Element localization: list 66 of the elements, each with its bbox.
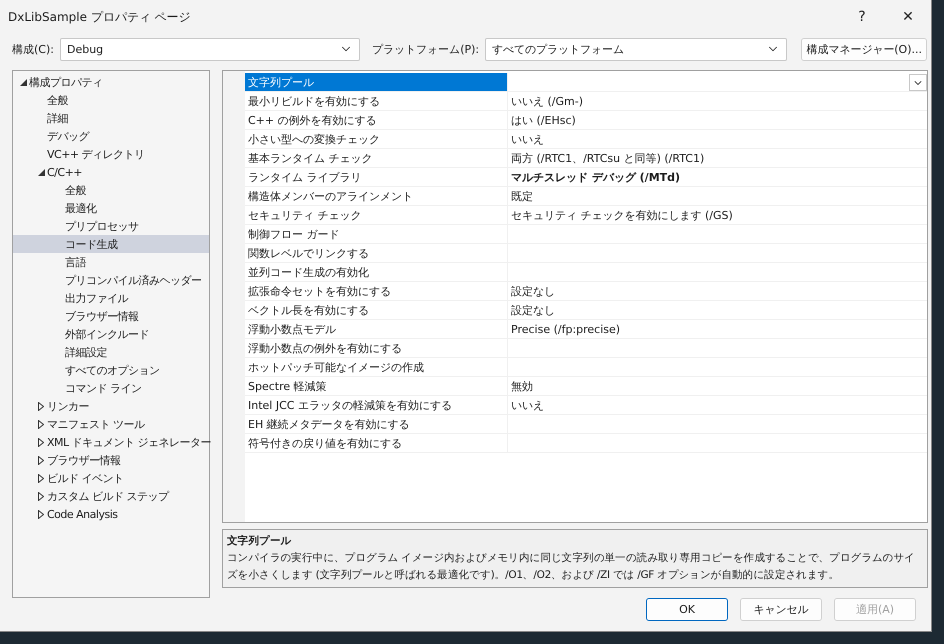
property-value[interactable]: いいえ — [511, 132, 544, 146]
tree-item[interactable]: ブラウザー情報 — [13, 307, 209, 325]
property-value[interactable]: いいえ — [511, 398, 544, 412]
tree-item[interactable]: すべてのオプション — [13, 361, 209, 379]
property-name[interactable]: 構造体メンバーのアラインメント — [245, 187, 508, 205]
tree-item[interactable]: プリプロセッサ — [13, 217, 209, 235]
tree-item[interactable]: 出力ファイル — [13, 289, 209, 307]
property-value[interactable]: Precise (/fp:precise) — [511, 322, 620, 336]
property-name[interactable]: 最小リビルドを有効にする — [245, 92, 508, 110]
tree-item[interactable]: Code Analysis — [13, 505, 209, 523]
dropdown-button[interactable] — [909, 74, 927, 91]
help-button[interactable]: ? — [839, 0, 885, 34]
tree-item[interactable]: ビルド イベント — [13, 469, 209, 487]
property-name[interactable]: 拡張命令セットを有効にする — [245, 282, 508, 300]
tree-item[interactable]: コマンド ライン — [13, 379, 209, 397]
tree-item[interactable]: リンカー — [13, 397, 209, 415]
description-title: 文字列プール — [227, 534, 292, 549]
property-value[interactable]: マルチスレッド デバッグ (/MTd) — [511, 170, 680, 184]
tree-item[interactable]: プリコンパイル済みヘッダー — [13, 271, 209, 289]
tree-item[interactable]: 構成プロパティ — [13, 73, 209, 91]
property-value[interactable]: 両方 (/RTC1、/RTCsu と同等) (/RTC1) — [511, 150, 704, 166]
configuration-manager-button[interactable]: 構成マネージャー(O)... — [801, 38, 927, 60]
tree-item[interactable]: マニフェスト ツール — [13, 415, 209, 433]
configuration-dropdown[interactable]: Debug — [60, 38, 360, 60]
field-label: 構成(C): — [12, 42, 54, 56]
property-value[interactable]: いいえ (/Gm-) — [511, 94, 583, 108]
property-name[interactable]: 浮動小数点の例外を有効にする — [245, 339, 508, 357]
dialog-button[interactable]: OK — [646, 598, 728, 621]
property-name[interactable]: 関数レベルでリンクする — [245, 244, 508, 262]
tree-item[interactable]: コード生成 — [13, 235, 209, 253]
property-value[interactable]: 設定なし — [511, 302, 555, 318]
tree-item[interactable]: カスタム ビルド ステップ — [13, 487, 209, 505]
property-value[interactable]: 既定 — [511, 188, 533, 204]
tree-item[interactable]: XML ドキュメント ジェネレーター — [13, 433, 209, 451]
property-value[interactable]: セキュリティ チェックを有効にします (/GS) — [511, 208, 733, 222]
property-value[interactable]: 設定なし — [511, 284, 555, 298]
tree-item[interactable]: 全般 — [13, 91, 209, 109]
property-name[interactable]: 並列コード生成の有効化 — [245, 263, 508, 281]
window-title: DxLibSample プロパティ ページ — [8, 8, 192, 26]
tree-item[interactable]: 詳細 — [13, 109, 209, 127]
tree-item[interactable]: 最適化 — [13, 199, 209, 217]
property-value[interactable]: 無効 — [511, 378, 533, 394]
property-name[interactable]: ホットパッチ可能なイメージの作成 — [245, 358, 508, 376]
property-value[interactable]: はい (/EHsc) — [511, 112, 576, 128]
property-name[interactable]: 符号付きの戻り値を有効にする — [245, 434, 508, 452]
property-name[interactable]: 小さい型への変換チェック — [245, 130, 508, 148]
tree-item[interactable]: 詳細設定 — [13, 343, 209, 361]
description-text: コンパイラの実行中に、プログラム イメージ内およびメモリ内に同じ文字列の単一の読み取り専用コピーを作成することで、プログラムのサイズを小さくします (文字列プールと呼ばれる最適化です)。/O1、/O2、および /ZI では /GF オプションが自動的に設定されます。 — [227, 551, 916, 583]
tree-item[interactable]: 全般 — [13, 181, 209, 199]
property-name[interactable]: 文字列プール — [245, 73, 508, 91]
collapse-icon[interactable] — [20, 78, 26, 86]
tree-item[interactable]: ブラウザー情報 — [13, 451, 209, 469]
tree-item[interactable]: C/C++ — [13, 163, 209, 181]
property-name[interactable]: 浮動小数点モデル — [245, 320, 508, 338]
tree-item[interactable]: VC++ ディレクトリ — [13, 145, 209, 163]
field-label: プラットフォーム(P): — [372, 42, 480, 56]
close-button[interactable]: ✕ — [885, 0, 931, 34]
tree-item[interactable]: デバッグ — [13, 127, 209, 145]
property-name[interactable]: ベクトル長を有効にする — [245, 301, 508, 319]
dialog-button[interactable]: キャンセル — [740, 598, 822, 621]
platform-dropdown[interactable]: すべてのプラットフォーム — [485, 38, 788, 60]
property-name[interactable]: 制御フロー ガード — [245, 225, 508, 243]
collapse-icon[interactable] — [38, 168, 44, 176]
property-name[interactable]: 基本ランタイム チェック — [245, 149, 508, 167]
tree-item[interactable]: 外部インクルード — [13, 325, 209, 343]
tree-item[interactable]: 言語 — [13, 253, 209, 271]
